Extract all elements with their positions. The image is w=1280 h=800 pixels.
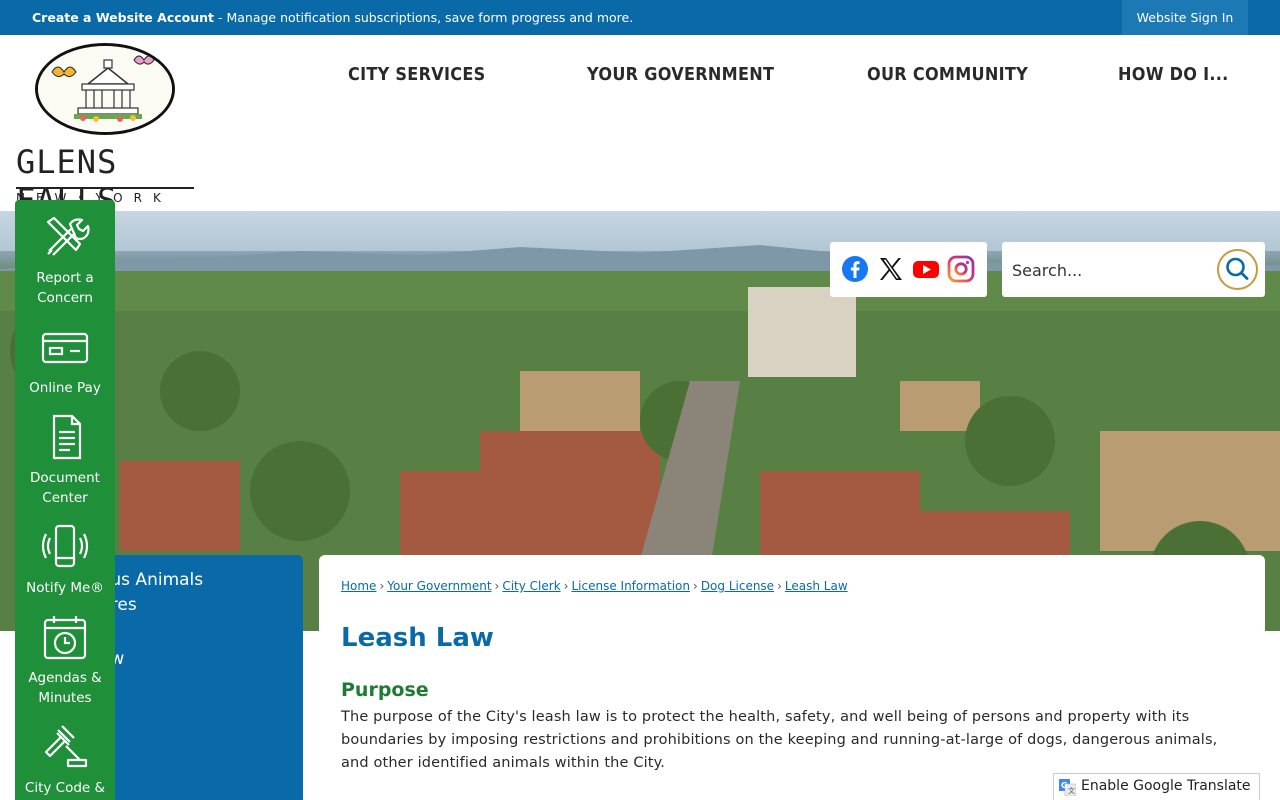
calendar-icon <box>43 616 87 660</box>
page-title: Leash Law <box>341 623 494 653</box>
quick-link-label: Document Center <box>30 470 100 506</box>
quick-links-panel: Report a Concern Online Pay Document Cen… <box>15 200 115 800</box>
breadcrumb: Home › Your Government › City Clerk › License … <box>341 579 848 593</box>
account-bar: Create a Website Account - Manage notifi… <box>0 0 1280 35</box>
gazebo-icon <box>38 46 172 132</box>
breadcrumb-home[interactable]: Home <box>341 579 376 593</box>
breadcrumb-separator: › <box>494 579 500 593</box>
instagram-icon[interactable] <box>947 255 975 283</box>
breadcrumb-separator: › <box>693 579 698 593</box>
create-account-link[interactable]: Create a Website Account - Manage notifi… <box>32 10 633 25</box>
quick-link-report-concern[interactable]: Report a Concern <box>15 200 115 310</box>
section-title: Purpose <box>341 679 429 701</box>
x-icon[interactable] <box>877 255 905 283</box>
quick-link-agendas-minutes[interactable]: Agendas & Minutes <box>15 600 115 710</box>
quick-link-label: Online Pay <box>29 380 101 396</box>
breadcrumb-separator: › <box>379 579 385 593</box>
site-search <box>1002 242 1265 297</box>
svg-text:文: 文 <box>1068 786 1075 795</box>
quick-link-label: Notify Me® <box>26 580 104 596</box>
gavel-icon <box>44 725 88 768</box>
google-translate-label: Enable Google Translate <box>1081 778 1251 794</box>
quick-link-label: Agendas & Minutes <box>28 670 102 706</box>
search-input[interactable] <box>1012 252 1212 288</box>
logo-divider <box>16 187 194 189</box>
gazebo-emblem <box>35 43 175 135</box>
quick-link-label: Report a Concern <box>36 270 94 306</box>
nav-our-community[interactable]: OUR COMMUNITY <box>867 65 1028 85</box>
sign-in-button[interactable]: Website Sign In <box>1122 0 1248 35</box>
nav-how-do-i[interactable]: HOW DO I... <box>1118 65 1229 85</box>
search-icon <box>1226 257 1249 280</box>
breadcrumb-leash-law[interactable]: Leash Law <box>785 579 848 593</box>
google-translate-icon: G 文 <box>1059 779 1076 796</box>
tools-icon <box>46 216 90 256</box>
svg-text:G: G <box>1061 781 1068 790</box>
social-links <box>830 242 987 297</box>
breadcrumb-license-information[interactable]: License Information <box>571 579 690 593</box>
quick-link-label: City Code & <box>24 780 106 796</box>
breadcrumb-your-government[interactable]: Your Government <box>387 579 491 593</box>
quick-link-city-code[interactable]: City Code & <box>15 710 115 800</box>
credit-card-icon <box>41 332 89 364</box>
youtube-icon[interactable] <box>912 255 940 283</box>
breadcrumb-city-clerk[interactable]: City Clerk <box>502 579 560 593</box>
nav-your-government[interactable]: YOUR GOVERNMENT <box>587 65 774 85</box>
purpose-paragraph: The purpose of the City's leash law is t… <box>341 709 1218 771</box>
subnav-item-dangerous-animals[interactable]: ous Animals <box>100 568 203 593</box>
quick-link-document-center[interactable]: Document Center <box>15 400 115 510</box>
section-subnav: ous Animals ures aw g <box>100 555 303 800</box>
nav-city-services[interactable]: CITY SERVICES <box>348 65 485 85</box>
search-button[interactable] <box>1217 249 1258 290</box>
create-account-label[interactable]: Create a Website Account <box>32 10 214 25</box>
breadcrumb-separator: › <box>563 579 569 593</box>
phone-icon <box>41 524 89 568</box>
site-logo[interactable]: GLENS FALLS NEW•YORK <box>14 41 198 219</box>
breadcrumb-separator: › <box>777 579 782 593</box>
breadcrumb-dog-license[interactable]: Dog License <box>701 579 774 593</box>
facebook-icon[interactable] <box>841 255 869 283</box>
document-icon <box>52 414 82 460</box>
account-description: - Manage notification subscriptions, sav… <box>214 10 634 25</box>
site-header: GLENS FALLS NEW•YORK CITY SERVICES YOUR … <box>0 35 1280 219</box>
main-content: Home › Your Government › City Clerk › License … <box>319 555 1265 800</box>
google-translate-button[interactable]: G 文 Enable Google Translate <box>1053 773 1260 800</box>
